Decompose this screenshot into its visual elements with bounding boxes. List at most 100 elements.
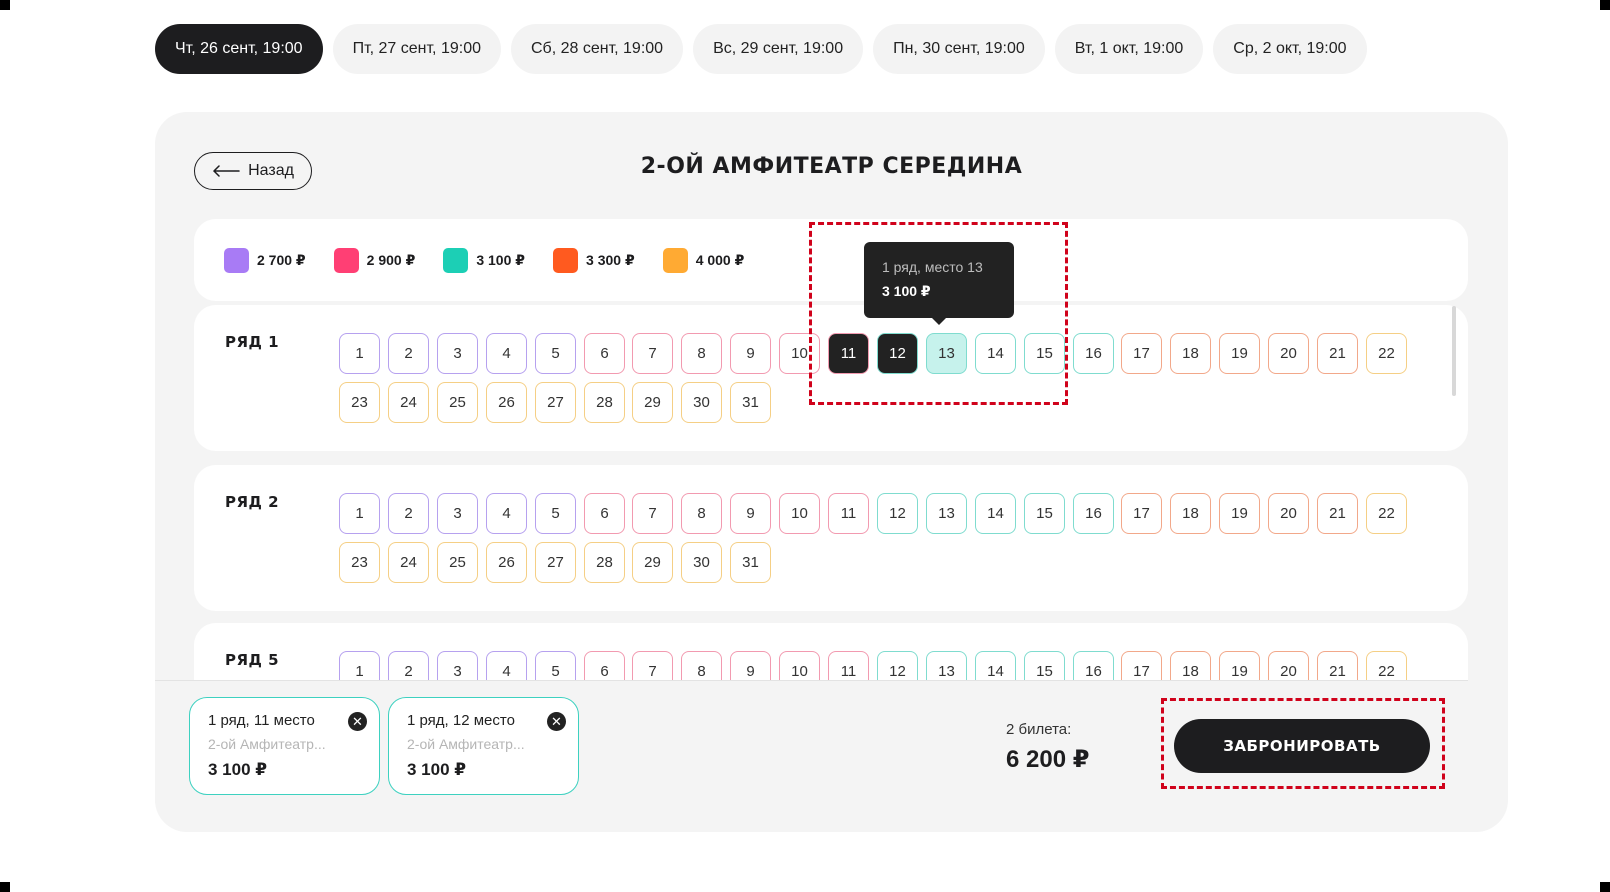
seat-row-card: РЯД 2 1 2 3 4 5 6 7 8 9 10 11 12 13 14 15 16 17 18 19 20 21 2…	[194, 465, 1468, 611]
seat[interactable]: 4	[486, 333, 527, 374]
seat[interactable]: 28	[584, 382, 625, 423]
legend-swatch	[443, 247, 469, 273]
legend-price: 4 000 ₽	[695, 251, 745, 268]
seat[interactable]: 18	[1170, 493, 1211, 534]
seat[interactable]: 23	[339, 542, 380, 583]
seat[interactable]: 23	[339, 382, 380, 423]
total-label: 2 билета:	[1006, 721, 1072, 738]
seat[interactable]: 20	[1268, 493, 1309, 534]
close-icon[interactable]: ✕	[547, 712, 566, 731]
seat[interactable]: 16	[1073, 493, 1114, 534]
seat[interactable]: 26	[486, 382, 527, 423]
seat[interactable]: 10	[779, 333, 820, 374]
section-title: 2-ОЙ АМФИТЕАТР СЕРЕДИНА	[640, 154, 1023, 179]
seat[interactable]: 20	[1268, 333, 1309, 374]
seat[interactable]: 25	[437, 542, 478, 583]
seat[interactable]: 3	[437, 333, 478, 374]
legend-item: 3 300 ₽	[553, 247, 635, 273]
tooltip-seat: 1 ряд, место 13	[882, 259, 983, 275]
seat[interactable]: 9	[730, 493, 771, 534]
seat[interactable]: 29	[632, 542, 673, 583]
total-value: 6 200 ₽	[1006, 746, 1090, 773]
seat[interactable]: 12	[877, 493, 918, 534]
legend-item: 3 100 ₽	[443, 247, 525, 273]
ticket-price: 3 100 ₽	[208, 760, 268, 779]
seat[interactable]: 2	[388, 333, 429, 374]
seat[interactable]: 8	[681, 333, 722, 374]
close-icon[interactable]: ✕	[348, 712, 367, 731]
seat[interactable]: 24	[388, 542, 429, 583]
seat[interactable]: 19	[1219, 333, 1260, 374]
legend-price: 3 300 ₽	[586, 251, 635, 268]
seat[interactable]: 27	[535, 382, 576, 423]
seat[interactable]: 5	[535, 333, 576, 374]
seat[interactable]: 25	[437, 382, 478, 423]
seat[interactable]: 6	[584, 333, 625, 374]
date-tab[interactable]: Вт, 1 окт, 19:00	[1054, 24, 1204, 74]
seat[interactable]: 26	[486, 542, 527, 583]
seat[interactable]: 3	[437, 493, 478, 534]
seat[interactable]: 8	[681, 493, 722, 534]
ticket-card: 1 ряд, 12 место 2-ой Амфитеатр... 3 100 …	[388, 697, 579, 795]
seat[interactable]: 1	[339, 333, 380, 374]
seat[interactable]: 27	[535, 542, 576, 583]
seat[interactable]: 29	[632, 382, 673, 423]
seat[interactable]: 21	[1317, 333, 1358, 374]
corner-mark	[0, 0, 10, 10]
legend-item: 4 000 ₽	[662, 247, 745, 273]
seat[interactable]: 21	[1317, 493, 1358, 534]
seat[interactable]: 24	[388, 382, 429, 423]
date-tab[interactable]: Пн, 30 сент, 19:00	[873, 24, 1045, 74]
seat[interactable]: 31	[730, 382, 771, 423]
seat[interactable]: 18	[1170, 333, 1211, 374]
corner-mark	[0, 882, 10, 892]
seat[interactable]: 9	[730, 333, 771, 374]
seat[interactable]: 16	[1073, 333, 1114, 374]
date-tab[interactable]: Сб, 28 сент, 19:00	[510, 24, 684, 74]
seat[interactable]: 30	[681, 542, 722, 583]
seat[interactable]: 5	[535, 493, 576, 534]
row-label: РЯД 1	[225, 333, 280, 351]
seat[interactable]: 6	[584, 493, 625, 534]
row-label: РЯД 2	[225, 493, 280, 511]
date-tab[interactable]: Пт, 27 сент, 19:00	[332, 24, 501, 74]
seat[interactable]: 14	[975, 493, 1016, 534]
seat[interactable]: 10	[779, 493, 820, 534]
ticket-card: 1 ряд, 11 место 2-ой Амфитеатр... 3 100 …	[189, 697, 380, 795]
seat[interactable]: 22	[1366, 333, 1407, 374]
seat[interactable]: 4	[486, 493, 527, 534]
seat[interactable]: 22	[1366, 493, 1407, 534]
seat[interactable]: 17	[1121, 333, 1162, 374]
date-tab[interactable]: Чт, 26 сент, 19:00	[155, 24, 323, 74]
seat[interactable]: 30	[681, 382, 722, 423]
row-label: РЯД 5	[225, 651, 280, 669]
date-tab[interactable]: Ср, 2 окт, 19:00	[1213, 24, 1367, 74]
corner-mark	[1600, 882, 1610, 892]
legend-item: 2 900 ₽	[333, 247, 415, 273]
checkout-bar: 1 ряд, 11 место 2-ой Амфитеатр... 3 100 …	[155, 680, 1468, 831]
tooltip-price: 3 100 ₽	[882, 283, 931, 299]
date-tab[interactable]: Вс, 29 сент, 19:00	[693, 24, 864, 74]
seat[interactable]: 14	[975, 333, 1016, 374]
seat[interactable]: 12	[877, 333, 918, 374]
seat[interactable]: 2	[388, 493, 429, 534]
scrollbar[interactable]	[1452, 306, 1456, 396]
seat[interactable]: 11	[828, 333, 869, 374]
ticket-price: 3 100 ₽	[407, 760, 467, 779]
seat[interactable]: 17	[1121, 493, 1162, 534]
seat[interactable]: 15	[1024, 493, 1065, 534]
seat[interactable]: 11	[828, 493, 869, 534]
seat[interactable]: 1	[339, 493, 380, 534]
seat[interactable]: 28	[584, 542, 625, 583]
seat[interactable]: 7	[632, 333, 673, 374]
seat[interactable]: 19	[1219, 493, 1260, 534]
legend-swatch	[553, 247, 579, 273]
seat[interactable]: 15	[1024, 333, 1065, 374]
book-button[interactable]: ЗАБРОНИРОВАТЬ	[1174, 719, 1430, 773]
ticket-subtitle: 2-ой Амфитеатр...	[208, 736, 326, 752]
seat[interactable]: 7	[632, 493, 673, 534]
seat[interactable]: 13	[926, 333, 967, 374]
seat[interactable]: 13	[926, 493, 967, 534]
seat-row-card: РЯД 1 1 2 3 4 5 6 7 8 9 10 11 12 13 14 15 16 17 18 19 20 21 2…	[194, 305, 1468, 451]
seat[interactable]: 31	[730, 542, 771, 583]
